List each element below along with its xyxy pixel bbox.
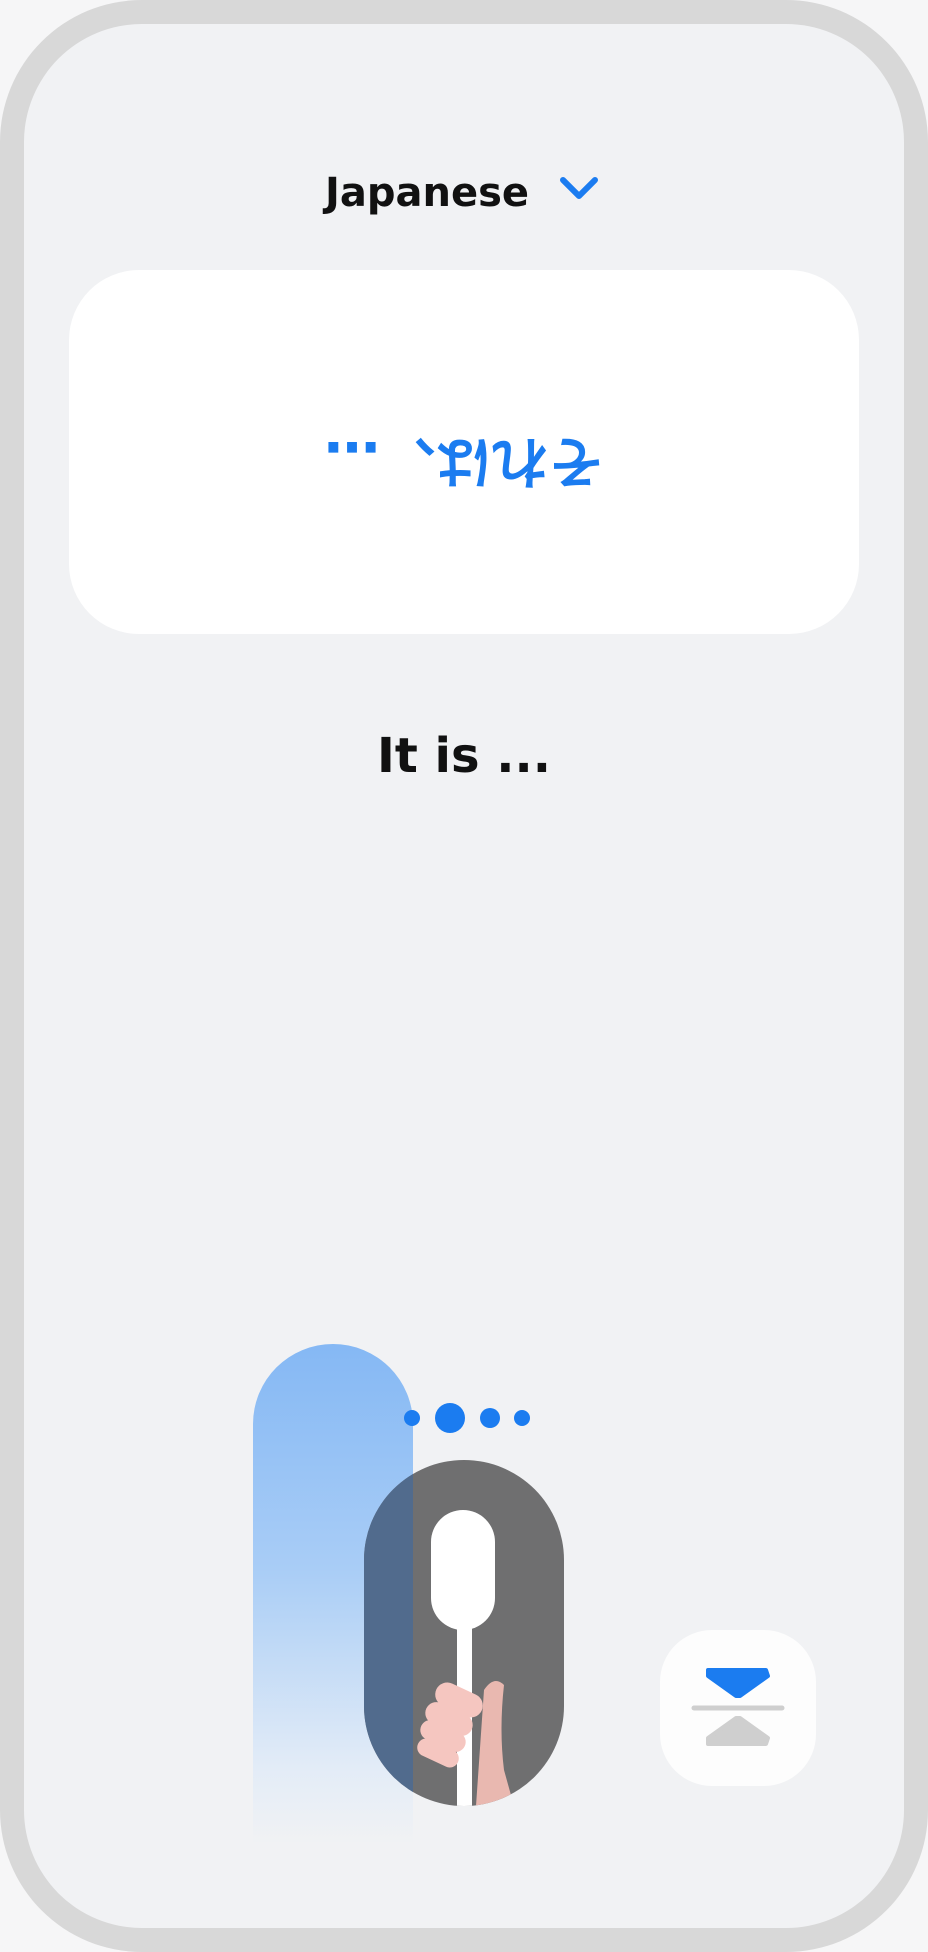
chevron-down-icon[interactable] xyxy=(555,164,603,222)
direction-toggle-button[interactable] xyxy=(660,1630,816,1786)
answer-text: It is ... xyxy=(377,728,551,784)
microphone-button[interactable] xyxy=(364,1460,564,1806)
language-selector[interactable]: Japanese xyxy=(24,164,904,222)
progress-dot-active xyxy=(435,1403,465,1433)
phone-frame: Japanese それは、… It is ... xyxy=(0,0,928,1952)
progress-dots xyxy=(404,1403,530,1433)
progress-dot xyxy=(480,1408,500,1428)
prompt-card: それは、… xyxy=(69,270,859,634)
progress-dot xyxy=(404,1410,420,1426)
prompt-text: それは、… xyxy=(324,428,604,493)
progress-dot xyxy=(514,1410,530,1426)
app-screen: Japanese それは、… It is ... xyxy=(24,24,904,1928)
microphone-icon xyxy=(431,1510,495,1630)
language-label: Japanese xyxy=(324,170,530,216)
swap-direction-icon xyxy=(691,1668,785,1746)
